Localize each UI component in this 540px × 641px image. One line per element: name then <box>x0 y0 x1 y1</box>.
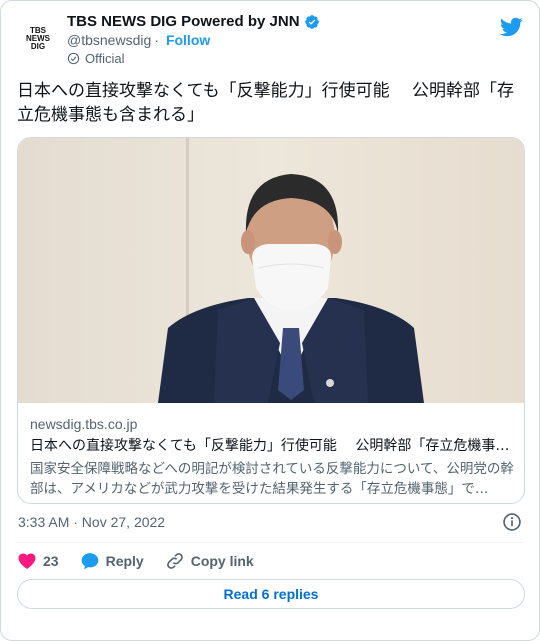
official-label-row: Official <box>67 51 125 66</box>
link-icon <box>166 553 183 569</box>
handle[interactable]: @tbsnewsdig <box>67 32 151 48</box>
verified-badge-icon <box>304 14 319 29</box>
heart-icon <box>18 553 36 569</box>
info-icon[interactable] <box>502 512 522 532</box>
tweet-embed: TBS NEWS DIG TBS NEWS DIG Powered by JNN… <box>0 0 540 641</box>
separator: · <box>154 32 159 48</box>
action-bar: 23 Reply Copy link <box>17 549 275 573</box>
like-count: 23 <box>43 553 59 569</box>
avatar[interactable]: TBS NEWS DIG <box>18 19 58 59</box>
copy-link-label: Copy link <box>190 553 254 569</box>
timestamp[interactable]: 3:33 AM · Nov 27, 2022 <box>18 514 165 530</box>
reply-label: Reply <box>105 553 144 569</box>
official-label: Official <box>85 51 125 66</box>
official-check-icon <box>67 52 80 65</box>
display-name[interactable]: TBS NEWS DIG Powered by JNN <box>67 13 300 30</box>
tweet-text: 日本への直接攻撃なくても「反撃能力」行使可能 公明幹部「存立危機事態も含まれる」 <box>17 81 515 125</box>
card-image[interactable] <box>18 138 524 403</box>
follow-button[interactable]: Follow <box>166 32 210 48</box>
reply-icon <box>81 553 98 570</box>
divider <box>17 542 525 543</box>
avatar-line: DIG <box>30 42 46 51</box>
handle-row: @tbsnewsdig · Follow <box>67 32 210 48</box>
link-card[interactable]: newsdig.tbs.co.jp 日本への直接攻撃なくても「反撃能力」行使可能… <box>17 137 525 504</box>
card-description: 国家安全保障戦略などへの明記が検討されている反撃能力について、公明党の幹部は、ア… <box>30 461 514 497</box>
name-row: TBS NEWS DIG Powered by JNN <box>67 13 320 30</box>
twitter-bird-icon[interactable] <box>499 15 523 39</box>
card-meta: newsdig.tbs.co.jp 日本への直接攻撃なくても「反撃能力」行使可能… <box>30 415 514 499</box>
copy-link-button[interactable]: Copy link <box>165 551 254 571</box>
card-title[interactable]: 日本への直接攻撃なくても「反撃能力」行使可能 公明幹部「存立危機事… <box>30 437 514 456</box>
like-button[interactable]: 23 <box>17 551 59 571</box>
read-replies-button[interactable]: Read 6 replies <box>17 579 525 609</box>
card-domain: newsdig.tbs.co.jp <box>30 416 138 432</box>
reply-button[interactable]: Reply <box>80 551 144 571</box>
